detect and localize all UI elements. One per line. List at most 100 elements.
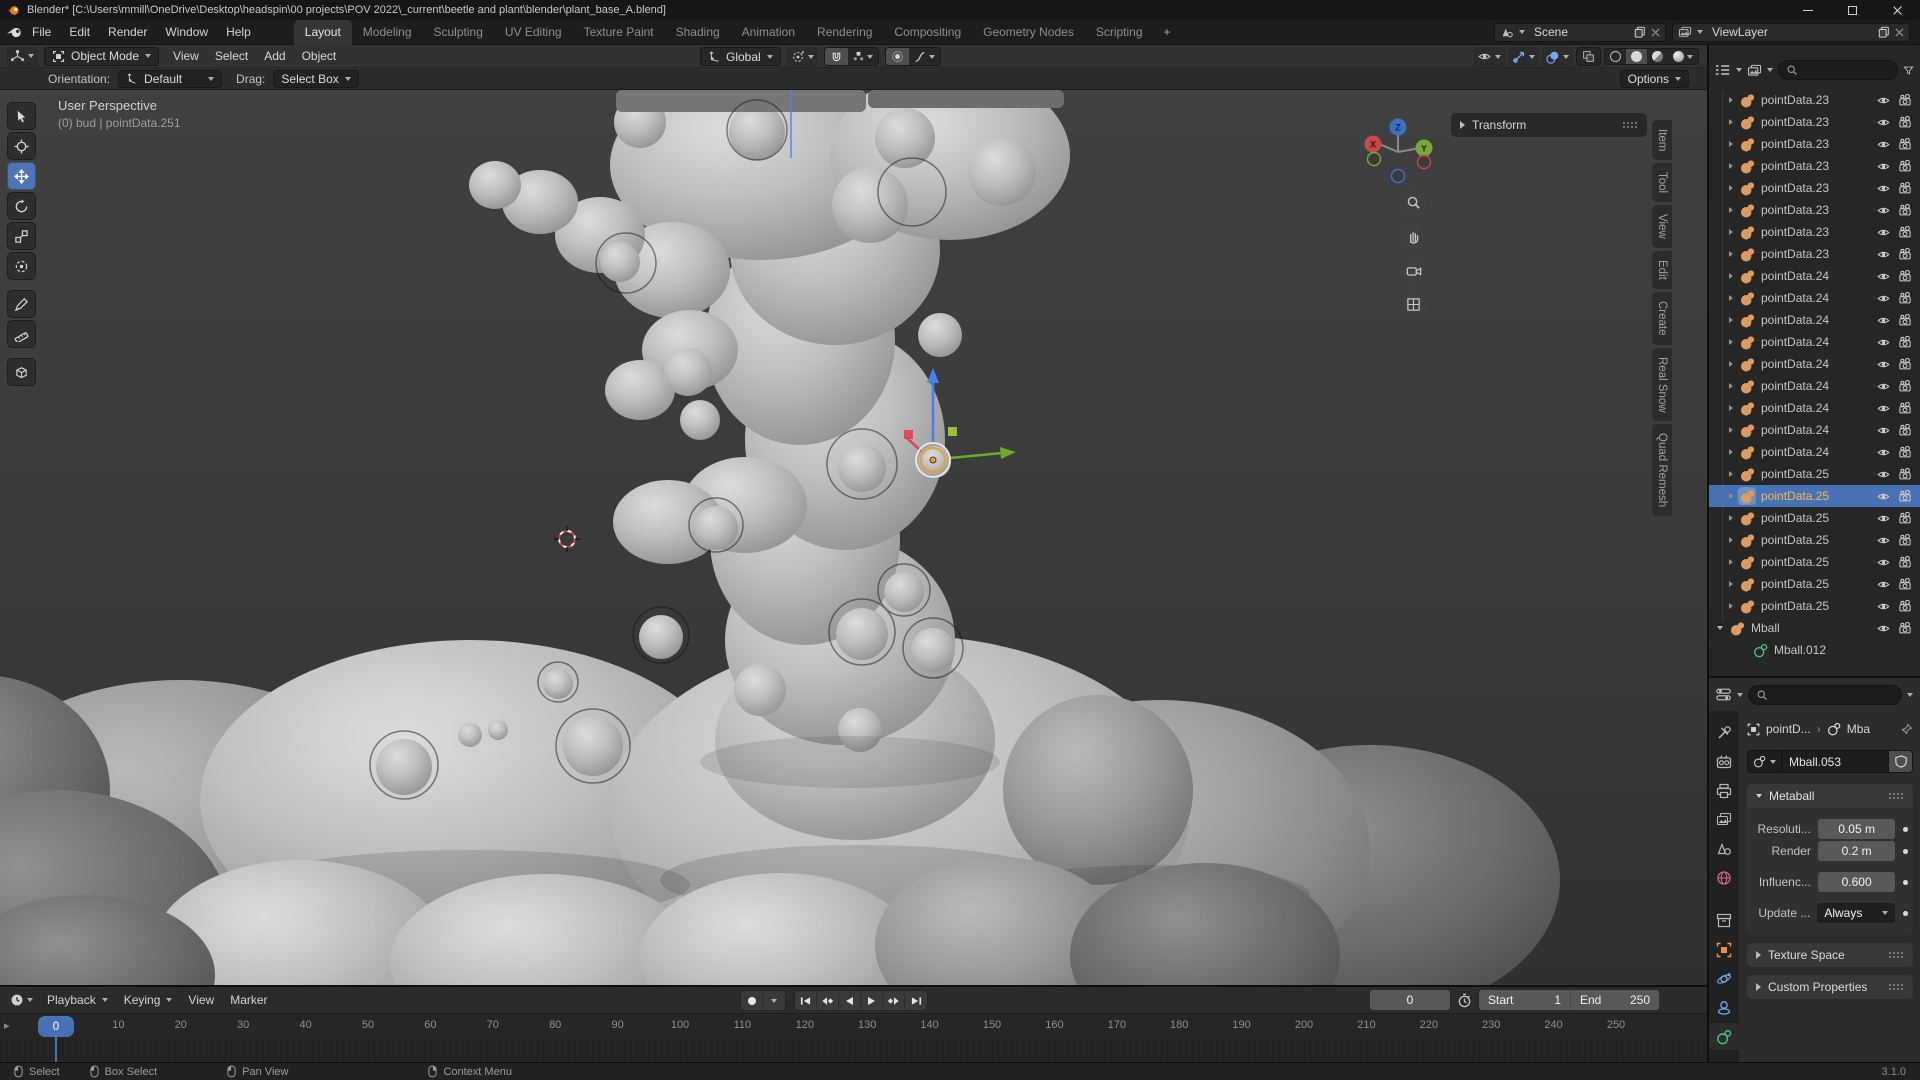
outliner-row[interactable]: pointData.25	[1709, 573, 1920, 595]
tab-output[interactable]	[1709, 777, 1739, 804]
hide-eye-icon[interactable]	[1876, 512, 1891, 525]
workspace-tab[interactable]: Sculpting	[423, 20, 494, 45]
maximize-button[interactable]	[1830, 0, 1875, 20]
annotate-tool[interactable]	[7, 290, 36, 318]
timeline-menu-item[interactable]: Playback	[39, 993, 116, 1007]
sidebar-tab[interactable]: Real Snow	[1652, 348, 1672, 422]
object-name[interactable]: pointData.24	[1761, 357, 1871, 371]
sidebar-tab[interactable]: Edit	[1652, 251, 1672, 289]
object-name[interactable]: pointData.24	[1761, 291, 1871, 305]
outliner-row-mball-data[interactable]: Mball.012	[1709, 639, 1920, 661]
workspace-tab[interactable]: Geometry Nodes	[972, 20, 1085, 45]
hide-eye-icon[interactable]	[1876, 204, 1891, 217]
expand-triangle-icon[interactable]	[1729, 119, 1733, 125]
hide-eye-icon[interactable]	[1876, 468, 1891, 481]
breadcrumb-object[interactable]: pointD...	[1766, 722, 1811, 736]
outliner-editor-icon[interactable]	[1715, 63, 1731, 77]
object-name[interactable]: pointData.24	[1761, 335, 1871, 349]
disable-render-icon[interactable]	[1898, 401, 1912, 415]
scene-selector[interactable]: Scene	[1494, 23, 1666, 42]
animate-dot[interactable]	[1903, 880, 1908, 885]
expand-triangle-icon[interactable]	[1729, 581, 1733, 587]
viewlayer-selector[interactable]: ViewLayer	[1672, 23, 1910, 42]
shading-material-button[interactable]	[1647, 49, 1668, 64]
scale-tool[interactable]	[7, 222, 36, 250]
display-mode-icon[interactable]	[1747, 64, 1762, 77]
outliner-row[interactable]: pointData.23	[1709, 155, 1920, 177]
disable-render-icon[interactable]	[1898, 533, 1912, 547]
unlink-scene-icon[interactable]	[1651, 28, 1660, 37]
animate-dot[interactable]	[1903, 827, 1908, 832]
transform-panel-header[interactable]: Transform	[1451, 113, 1647, 137]
viewport-canvas[interactable]: Z X Y	[0, 90, 1707, 985]
current-frame-field[interactable]: 0	[1370, 990, 1450, 1010]
outliner-row-mball[interactable]: Mball	[1709, 617, 1920, 639]
minimize-button[interactable]	[1785, 0, 1830, 20]
tab-physics[interactable]	[1709, 965, 1739, 992]
disable-render-icon[interactable]	[1898, 599, 1912, 613]
disable-render-icon[interactable]	[1898, 577, 1912, 591]
expand-triangle-icon[interactable]	[1729, 537, 1733, 543]
viewport-menu-item[interactable]: View	[165, 49, 207, 63]
shading-rendered-button[interactable]	[1668, 49, 1698, 64]
camera-view-button[interactable]	[1400, 257, 1427, 284]
workspace-tab[interactable]: Modeling	[352, 20, 423, 45]
panel-grip-icon[interactable]	[1622, 121, 1638, 129]
outliner-row[interactable]: pointData.25	[1709, 485, 1920, 507]
outliner-row[interactable]: pointData.23	[1709, 199, 1920, 221]
hide-eye-icon[interactable]	[1876, 248, 1891, 261]
disable-render-icon[interactable]	[1898, 621, 1912, 635]
object-name[interactable]: pointData.23	[1761, 181, 1871, 195]
sidebar-tab[interactable]: Create	[1652, 292, 1672, 345]
data-name[interactable]: Mball.012	[1774, 643, 1826, 657]
outliner-search-input[interactable]	[1778, 60, 1898, 80]
property-field[interactable]: 0.2 m	[1818, 841, 1896, 861]
animate-dot[interactable]	[1903, 911, 1908, 916]
expand-triangle-icon[interactable]	[1729, 603, 1733, 609]
workspace-tab[interactable]: Compositing	[883, 20, 972, 45]
drag-dropdown[interactable]: Select Box	[273, 70, 358, 88]
panel-grip-icon[interactable]	[1888, 792, 1904, 800]
add-cube-tool[interactable]	[7, 358, 36, 386]
fake-user-button[interactable]	[1889, 750, 1913, 773]
expand-triangle-icon[interactable]	[1729, 361, 1733, 367]
viewport-menu-item[interactable]: Object	[294, 49, 345, 63]
property-field[interactable]: 0.600	[1818, 872, 1896, 892]
disable-render-icon[interactable]	[1898, 291, 1912, 305]
viewport-menu-item[interactable]: Select	[207, 49, 256, 63]
animate-dot[interactable]	[1903, 849, 1908, 854]
stopwatch-icon[interactable]	[1457, 993, 1472, 1008]
expand-triangle-icon[interactable]	[1729, 493, 1733, 499]
outliner-row[interactable]: pointData.25	[1709, 529, 1920, 551]
hide-eye-icon[interactable]	[1876, 226, 1891, 239]
hide-eye-icon[interactable]	[1876, 600, 1891, 613]
workspace-tab[interactable]: Layout	[294, 20, 352, 45]
expand-triangle-icon[interactable]	[1729, 559, 1733, 565]
disable-render-icon[interactable]	[1898, 269, 1912, 283]
sidebar-tab[interactable]: View	[1652, 205, 1672, 248]
object-name[interactable]: pointData.24	[1761, 445, 1871, 459]
datablock-type-button[interactable]	[1747, 750, 1782, 773]
hide-eye-icon[interactable]	[1876, 292, 1891, 305]
hide-eye-icon[interactable]	[1876, 116, 1891, 129]
filter-icon[interactable]	[1903, 65, 1914, 76]
sidebar-tab[interactable]: Item	[1652, 120, 1672, 160]
outliner-row[interactable]: pointData.24	[1709, 419, 1920, 441]
properties-editor-icon[interactable]	[1716, 687, 1732, 702]
object-name[interactable]: pointData.25	[1761, 511, 1871, 525]
hide-eye-icon[interactable]	[1876, 424, 1891, 437]
hide-eye-icon[interactable]	[1876, 94, 1891, 107]
axis-x-neg-ball[interactable]	[1418, 156, 1431, 169]
expand-triangle-icon[interactable]	[1729, 405, 1733, 411]
keying-set-dropdown[interactable]	[763, 991, 785, 1010]
hide-eye-icon[interactable]	[1876, 578, 1891, 591]
object-name[interactable]: pointData.25	[1761, 555, 1871, 569]
menu-item[interactable]: File	[23, 22, 60, 43]
cursor-tool[interactable]	[7, 132, 36, 160]
panel-grip-icon[interactable]	[1888, 951, 1904, 959]
start-frame-field[interactable]: Start 1	[1479, 990, 1571, 1010]
new-scene-icon[interactable]	[1634, 26, 1646, 38]
perspective-toggle-button[interactable]	[1400, 291, 1427, 318]
tab-scene[interactable]	[1709, 835, 1739, 862]
disable-render-icon[interactable]	[1898, 181, 1912, 195]
